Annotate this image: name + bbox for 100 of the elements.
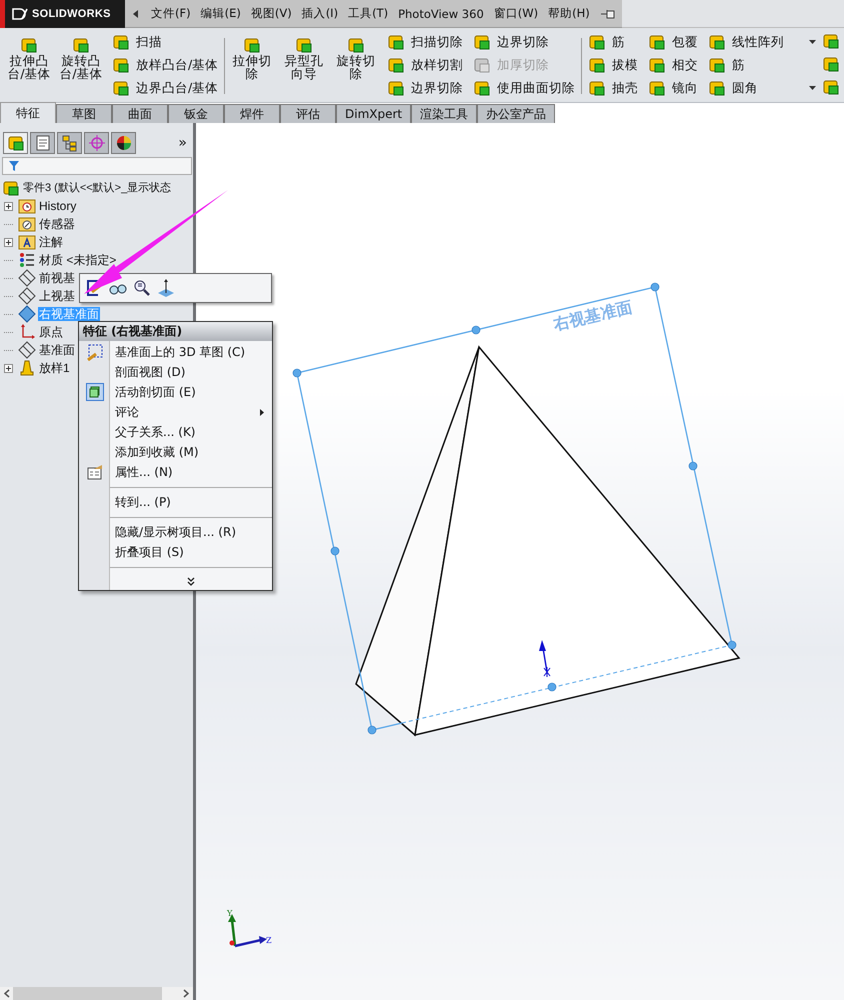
tab[interactable]: DimXpert	[336, 104, 412, 123]
block-icon	[387, 33, 406, 51]
block-icon	[473, 33, 492, 51]
menu-item[interactable]: PhotoView 360	[394, 4, 488, 22]
expand-chevron-icon[interactable]	[187, 576, 195, 586]
ribbon-button[interactable]: 筋	[706, 55, 818, 75]
tree-item[interactable]: 材质 <未指定>	[38, 253, 118, 267]
crosshair-icon	[88, 134, 106, 152]
menu-item[interactable]: 剖面视图 (D)	[110, 362, 272, 382]
ribbon-button[interactable]: 边界切除	[471, 32, 578, 52]
normal-arrow-icon	[539, 640, 550, 678]
properties-icon	[86, 463, 104, 481]
menu-item[interactable]: 评论	[110, 402, 272, 422]
block-icon	[112, 56, 130, 74]
tree-item[interactable]: 传感器	[38, 217, 76, 231]
block-icon	[588, 79, 606, 97]
panel-tab[interactable]	[111, 132, 136, 154]
menu-item[interactable]: 活动剖切面 (E)	[110, 382, 272, 402]
menu-item[interactable]: 工具(T)	[344, 4, 392, 23]
filter-field[interactable]	[2, 157, 192, 175]
ribbon-button[interactable]: 拉伸凸台/基体	[6, 32, 52, 102]
ribbon-button[interactable]: 抽壳	[586, 78, 640, 98]
tab[interactable]: 特征	[0, 102, 56, 123]
ribbon-button[interactable]: 筋	[586, 32, 640, 52]
panel-tab[interactable]	[30, 132, 55, 154]
tab[interactable]: 渲染工具	[411, 104, 478, 123]
menu-item[interactable]: 帮助(H)	[544, 4, 594, 23]
menu-item[interactable]: 隐藏/显示树项目... (R)	[110, 522, 272, 542]
tree-item[interactable]: 基准面	[38, 343, 76, 357]
tree-item[interactable]: 零件3 (默认<<默认>_显示状态	[22, 181, 172, 195]
block-icon	[112, 33, 130, 51]
block-icon	[648, 56, 666, 74]
tab[interactable]: 评估	[280, 104, 336, 123]
block-icon	[822, 78, 840, 96]
block-icon	[822, 32, 840, 50]
submenu-arrow-icon	[260, 408, 264, 416]
menu-item[interactable]: 插入(I)	[298, 4, 342, 23]
ribbon-button[interactable]: 扫描	[110, 32, 220, 52]
bell-icon	[18, 359, 36, 377]
menu-item[interactable]: 添加到收藏 (M)	[110, 442, 272, 462]
menu-item[interactable]: 属性... (N)	[110, 462, 272, 482]
ribbon-button[interactable]: 圆角	[706, 78, 818, 98]
menu-item[interactable]: 父子关系... (K)	[110, 422, 272, 442]
ribbon-button[interactable]: 边界凸台/基体	[110, 78, 220, 98]
menu-item[interactable]: 视图(V)	[246, 4, 296, 23]
block-icon	[72, 36, 90, 54]
expand-icon[interactable]	[4, 202, 13, 210]
tab[interactable]: 钣金	[168, 104, 224, 123]
scroll-thumb[interactable]	[13, 987, 162, 1000]
block-icon	[20, 36, 38, 54]
ribbon-button[interactable]: 放样切割	[385, 55, 466, 75]
panel-tab[interactable]	[3, 132, 28, 154]
ribbon-button[interactable]: 扫描切除	[385, 32, 466, 52]
menu-item[interactable]: 窗口(W)	[490, 4, 542, 23]
scrollbar[interactable]	[0, 987, 193, 1000]
menu-item[interactable]: 折叠项目 (S)	[110, 542, 272, 562]
panel-tab[interactable]	[57, 132, 82, 154]
tree-item[interactable]: 前视基	[38, 271, 76, 285]
pie-icon	[114, 134, 132, 152]
tab[interactable]: 办公室产品	[477, 104, 556, 123]
ribbon-button[interactable]: 镜向	[646, 78, 700, 98]
axis-label: Y	[227, 909, 232, 918]
ribbon-button[interactable]: 旋转切除	[333, 32, 380, 102]
tree-item[interactable]: History	[38, 199, 78, 213]
ribbon-button[interactable]: 拉伸切除	[229, 32, 276, 102]
ribbon-button[interactable]: 边界切除	[385, 78, 466, 98]
tab[interactable]: 草图	[56, 104, 112, 123]
tab[interactable]: 曲面	[112, 104, 168, 123]
menu-item[interactable]: 文件(F)	[147, 4, 195, 23]
tree-item[interactable]: 注解	[38, 235, 64, 249]
diamond-icon	[18, 287, 36, 305]
tree-item[interactable]: 上视基	[38, 289, 76, 303]
block-icon	[243, 36, 262, 54]
overflow-button[interactable]: »	[174, 135, 191, 151]
ribbon-button[interactable]: 拔模	[586, 55, 640, 75]
block-icon	[295, 36, 314, 54]
ribbon-button[interactable]: 异型孔向导	[281, 32, 328, 102]
menu-item[interactable]: 基准面上的 3D 草图 (C)	[110, 342, 272, 362]
ribbon-button[interactable]: 放样凸台/基体	[110, 55, 220, 75]
hierarchy-icon	[60, 134, 78, 152]
ribbon-button[interactable]: 旋转凸台/基体	[58, 32, 104, 102]
block-icon	[708, 79, 726, 97]
ribbon-button[interactable]: 线性阵列	[706, 32, 818, 52]
plane-label: 右视基准面	[552, 297, 634, 334]
list-icon	[18, 251, 36, 269]
diamond-icon	[18, 269, 36, 287]
menu-title: 特征 (右视基准面)	[79, 322, 272, 341]
expand-icon[interactable]	[4, 238, 13, 246]
section-plane-icon	[86, 383, 104, 401]
menu-item[interactable]: 编辑(E)	[196, 4, 245, 23]
tree-item[interactable]: 原点	[38, 325, 64, 339]
menu-item[interactable]: 转到... (P)	[110, 492, 272, 512]
plane-outline[interactable]	[292, 282, 736, 734]
block-icon	[588, 56, 606, 74]
tab[interactable]: 焊件	[224, 104, 280, 123]
ribbon-button[interactable]: 相交	[646, 55, 700, 75]
ribbon-button[interactable]: 使用曲面切除	[471, 78, 578, 98]
ribbon-button[interactable]: 包覆	[646, 32, 700, 52]
expand-icon[interactable]	[4, 364, 13, 372]
tree-item[interactable]: 放样1	[38, 361, 71, 375]
